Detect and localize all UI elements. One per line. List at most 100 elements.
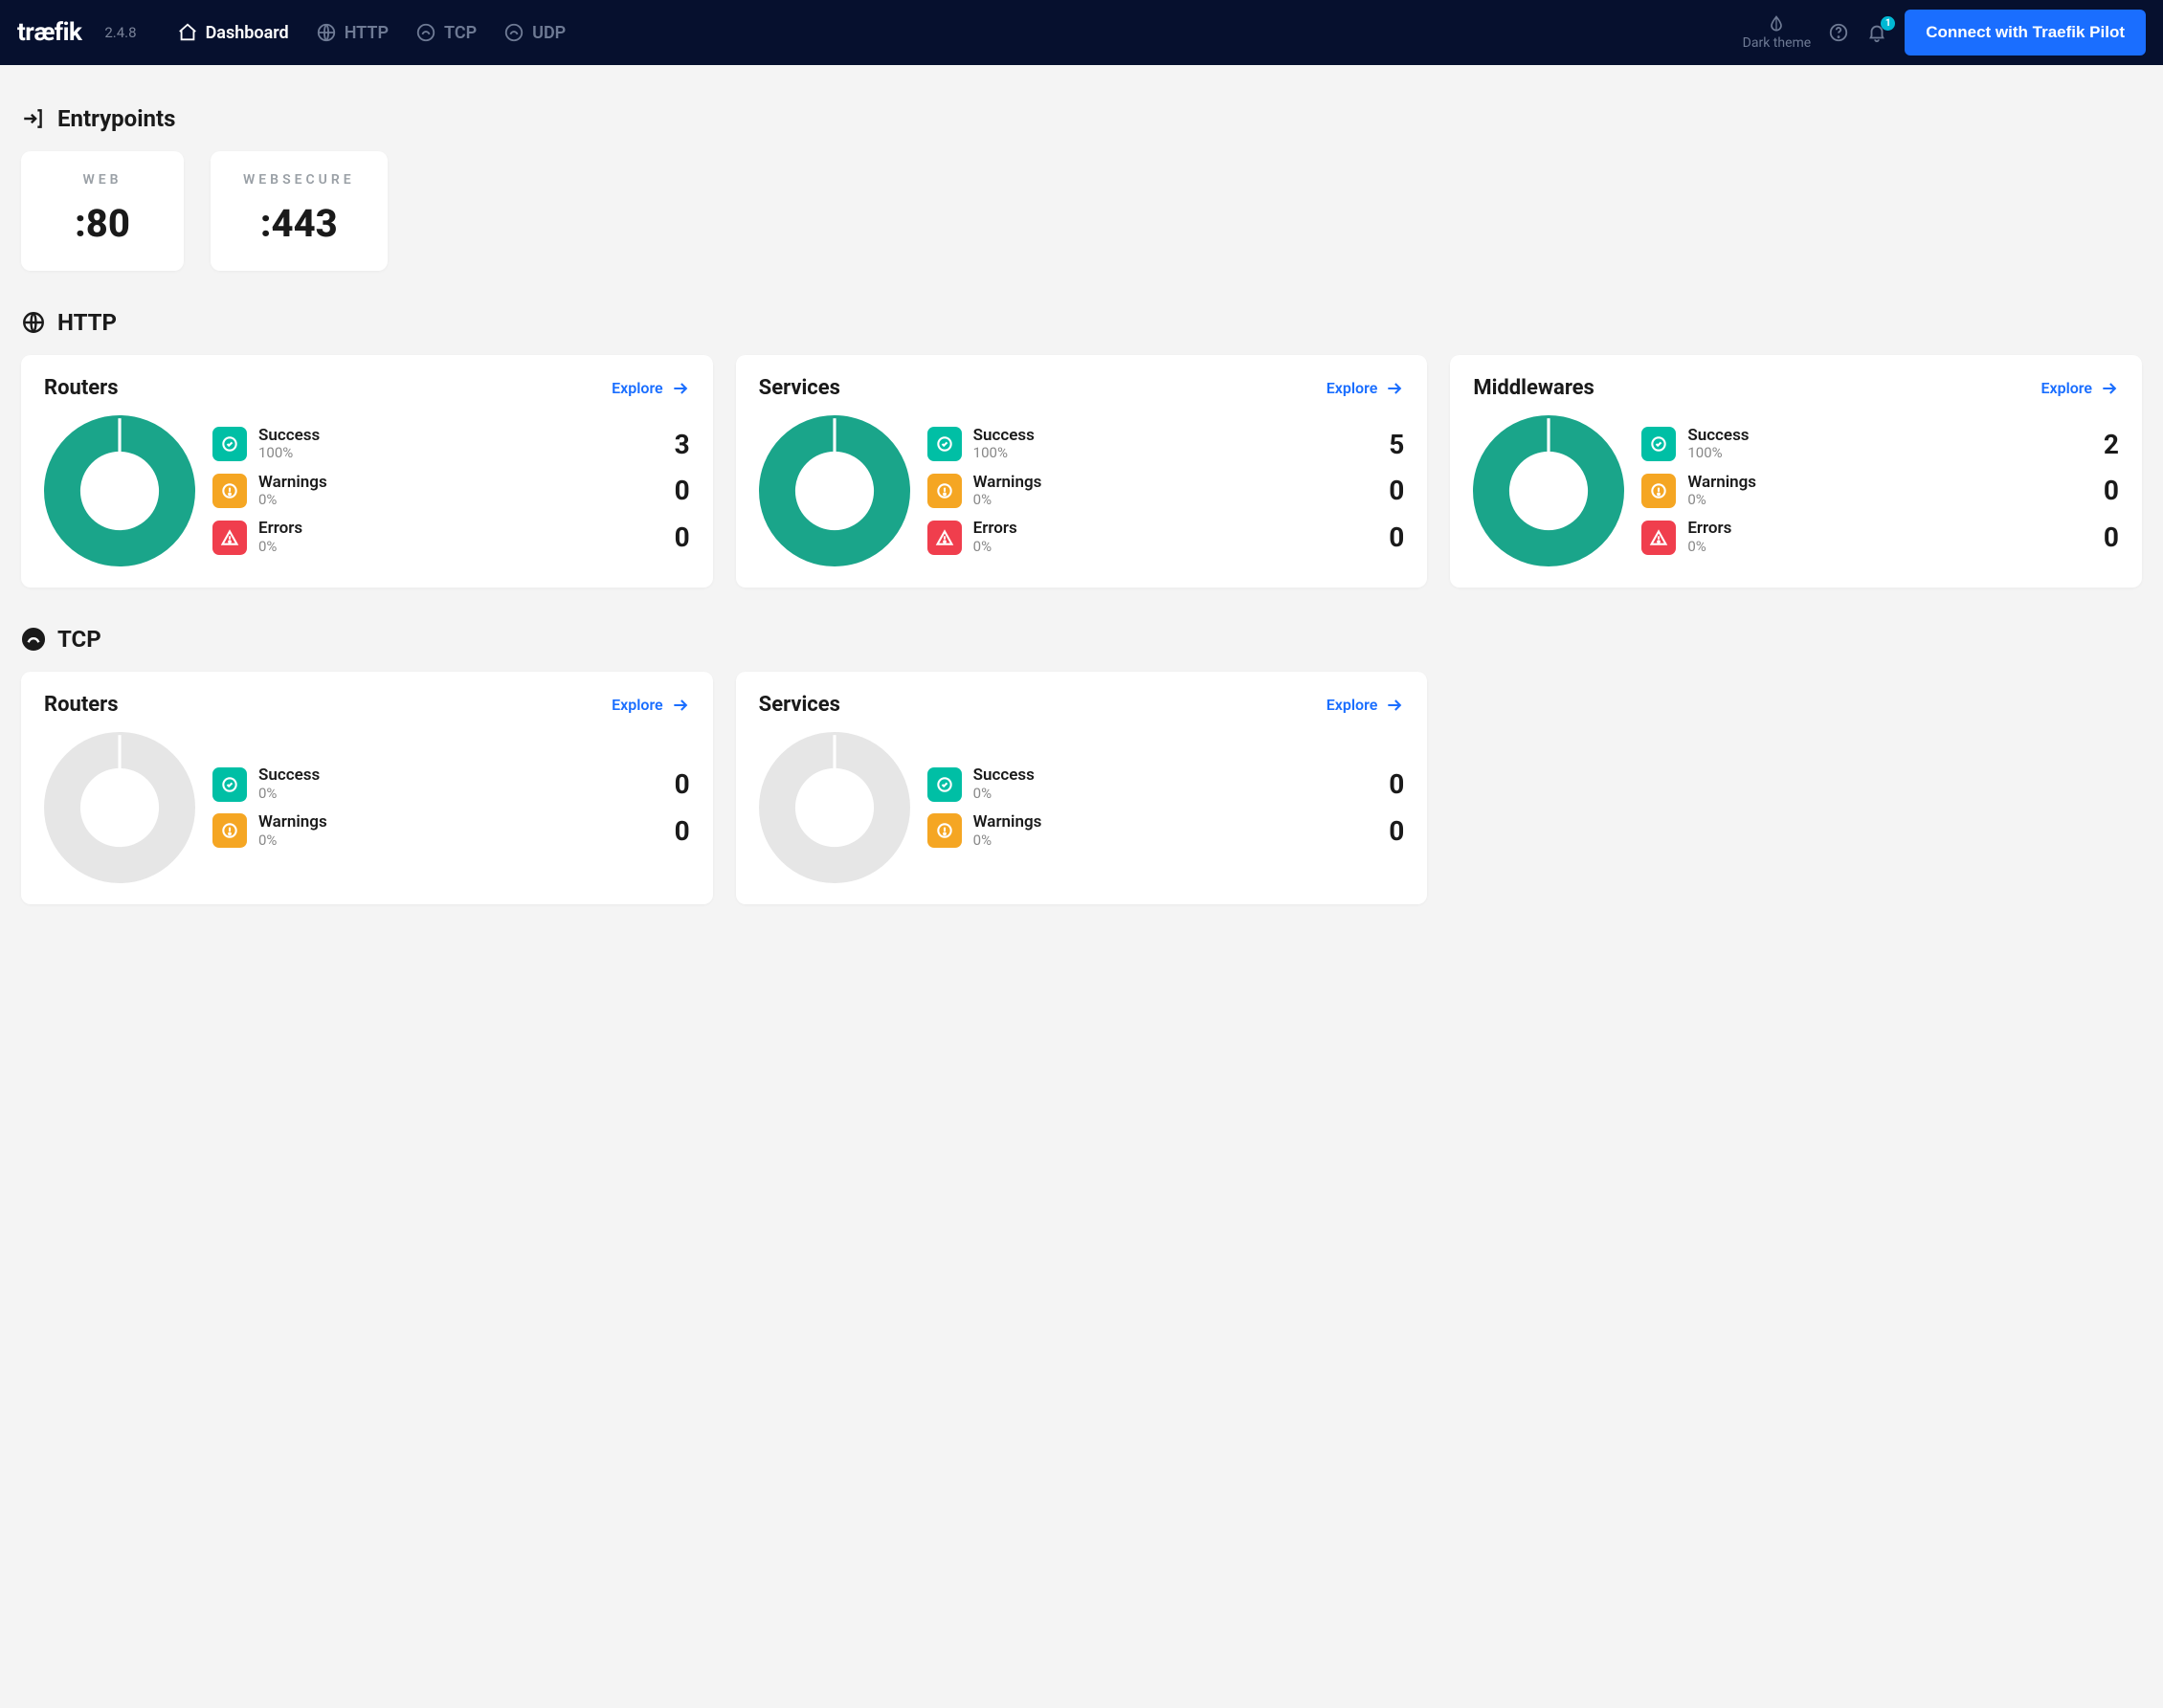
alert-triangle-icon [212, 521, 247, 555]
entrypoint-port: :443 [243, 201, 355, 246]
stat-count: 0 [675, 521, 690, 553]
donut-chart [759, 415, 910, 566]
alert-triangle-icon [927, 521, 962, 555]
route-icon [415, 22, 436, 43]
explore-label: Explore [1327, 696, 1378, 714]
main-content: Entrypoints WEB :80 WEBSECURE :443 HTTP [0, 65, 2163, 925]
connect-pilot-button[interactable]: Connect with Traefik Pilot [1905, 10, 2146, 55]
explore-link[interactable]: Explore [2040, 379, 2119, 398]
stat-count: 0 [1389, 815, 1404, 847]
stat-count: 0 [1389, 768, 1404, 800]
explore-label: Explore [612, 379, 663, 397]
entrypoint-card-websecure[interactable]: WEBSECURE :443 [211, 151, 388, 271]
stat-pct: 0% [258, 832, 663, 849]
alert-triangle-icon [1641, 521, 1676, 555]
alert-circle-icon [212, 813, 247, 848]
nav-tcp[interactable]: TCP [415, 22, 477, 43]
bell-icon[interactable]: 1 [1866, 22, 1887, 43]
stat-label: Warnings [973, 474, 1378, 493]
arrow-right-icon [1385, 696, 1404, 715]
check-circle-icon [927, 427, 962, 461]
arrow-right-icon [1385, 379, 1404, 398]
stat-label: Success [258, 766, 663, 786]
stat-row-errors: Errors0% 0 [927, 520, 1405, 555]
nav-label: Dashboard [206, 23, 289, 43]
explore-label: Explore [2040, 379, 2092, 397]
tcp-routers-card: Routers Explore Success0% [21, 672, 713, 904]
stat-pct: 100% [258, 445, 663, 461]
explore-link[interactable]: Explore [1327, 696, 1405, 715]
stat-pct: 0% [973, 786, 1378, 802]
entrypoint-card-web[interactable]: WEB :80 [21, 151, 184, 271]
section-title-text: HTTP [57, 309, 117, 336]
check-circle-icon [927, 767, 962, 802]
stat-pct: 0% [258, 539, 663, 555]
entrypoints-row: WEB :80 WEBSECURE :443 [21, 151, 2142, 271]
theme-toggle[interactable]: Dark theme [1743, 14, 1812, 51]
route-icon [21, 627, 46, 652]
stat-row-warnings: Warnings0% 0 [212, 813, 690, 849]
card-title: Services [759, 376, 840, 400]
arrow-right-icon [671, 696, 690, 715]
tcp-services-card: Services Explore Success0% [736, 672, 1428, 904]
http-services-card: Services Explore Success100% [736, 355, 1428, 588]
entrypoints-section: Entrypoints WEB :80 WEBSECURE :443 [21, 105, 2142, 271]
nav-label: UDP [532, 23, 566, 43]
explore-label: Explore [1327, 379, 1378, 397]
donut-chart [759, 732, 910, 883]
stat-pct: 100% [973, 445, 1378, 461]
donut-chart [44, 415, 195, 566]
http-routers-card: Routers Explore Success100% [21, 355, 713, 588]
section-title: TCP [21, 626, 2142, 653]
stat-row-success: Success100% 5 [927, 427, 1405, 462]
arrow-right-icon [671, 379, 690, 398]
explore-link[interactable]: Explore [1327, 379, 1405, 398]
home-icon [177, 22, 198, 43]
stat-count: 2 [2104, 429, 2119, 460]
globe-icon [21, 310, 46, 335]
stat-label: Warnings [973, 813, 1378, 832]
card-title: Routers [44, 376, 119, 400]
stat-label: Success [973, 766, 1378, 786]
http-middlewares-card: Middlewares Explore Success100% [1450, 355, 2142, 588]
alert-circle-icon [212, 474, 247, 508]
stat-count: 0 [675, 768, 690, 800]
donut-chart [44, 732, 195, 883]
explore-link[interactable]: Explore [612, 696, 690, 715]
nav-dashboard[interactable]: Dashboard [177, 22, 289, 43]
stat-row-errors: Errors0% 0 [212, 520, 690, 555]
stat-pct: 0% [258, 786, 663, 802]
donut-chart [1473, 415, 1624, 566]
tcp-cards: Routers Explore Success0% [21, 672, 2142, 904]
stat-row-success: Success0% 0 [212, 766, 690, 802]
logo[interactable]: træfik [17, 18, 81, 47]
alert-circle-icon [927, 474, 962, 508]
stat-label: Warnings [1687, 474, 2092, 493]
stat-count: 0 [675, 475, 690, 506]
stat-pct: 0% [1687, 539, 2092, 555]
arrow-right-icon [2100, 379, 2119, 398]
check-circle-icon [1641, 427, 1676, 461]
section-title: Entrypoints [21, 105, 2142, 132]
stat-row-success: Success100% 3 [212, 427, 690, 462]
http-cards: Routers Explore Success100% [21, 355, 2142, 588]
stat-pct: 100% [1687, 445, 2092, 461]
card-title: Routers [44, 693, 119, 717]
entrypoint-name: WEBSECURE [243, 172, 355, 188]
nav-http[interactable]: HTTP [316, 22, 389, 43]
login-icon [21, 106, 46, 131]
stat-count: 0 [2104, 475, 2119, 506]
card-title: Services [759, 693, 840, 717]
stat-row-success: Success0% 0 [927, 766, 1405, 802]
stat-row-warnings: Warnings0% 0 [927, 813, 1405, 849]
alert-circle-icon [1641, 474, 1676, 508]
stat-count: 5 [1389, 429, 1404, 460]
stat-row-warnings: Warnings0% 0 [927, 474, 1405, 509]
section-title-text: TCP [57, 626, 101, 653]
top-nav: Dashboard HTTP TCP UDP [177, 22, 567, 43]
explore-link[interactable]: Explore [612, 379, 690, 398]
stat-label: Warnings [258, 474, 663, 493]
help-icon[interactable] [1828, 22, 1849, 43]
stat-count: 0 [675, 815, 690, 847]
nav-udp[interactable]: UDP [503, 22, 566, 43]
